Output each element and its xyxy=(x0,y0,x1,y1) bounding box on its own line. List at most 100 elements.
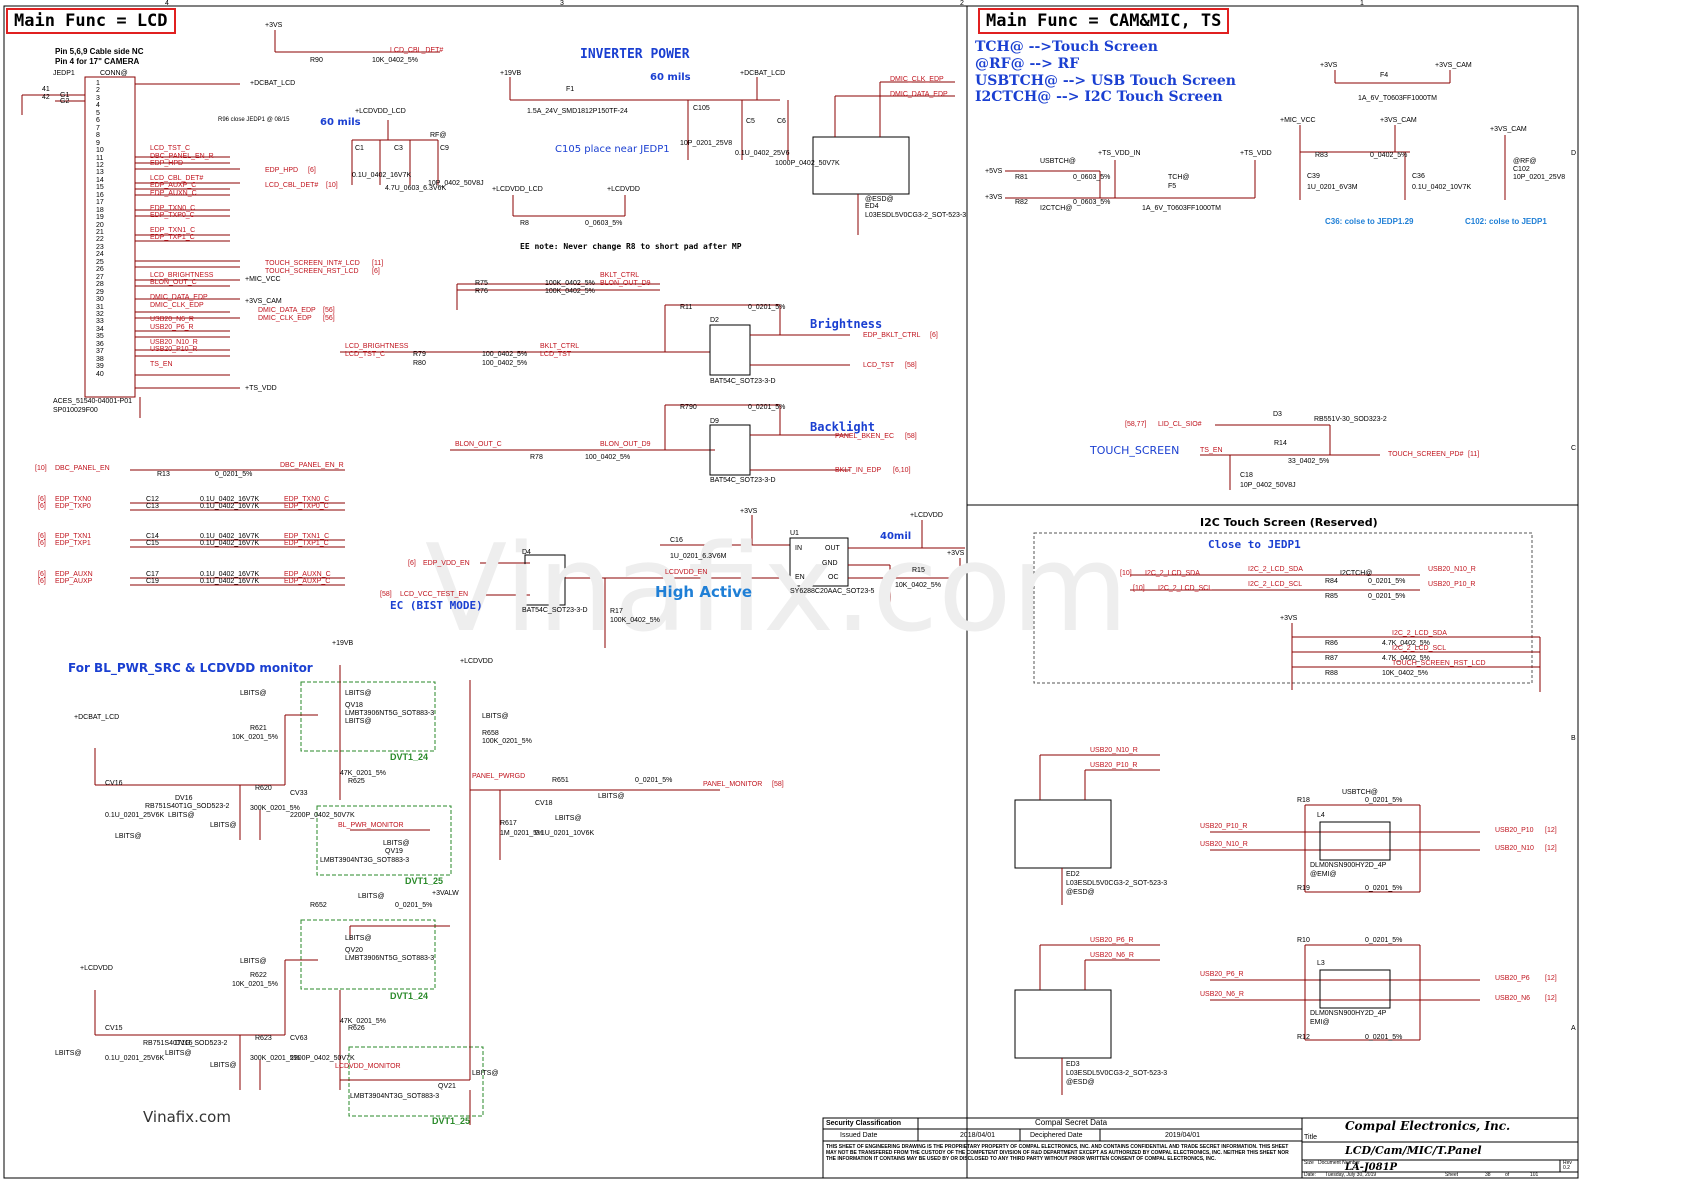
connector-pin-29: 29 xyxy=(96,288,104,296)
r10-val: 0_0201_5% xyxy=(1365,937,1403,944)
bist-3vs-b: +3VS xyxy=(947,550,965,557)
connector-net-36: USB20_N10_R xyxy=(150,338,198,346)
monitor-lbits: LBITS@ xyxy=(598,793,625,800)
c39-ref: C39 xyxy=(1307,173,1320,180)
bklt-in-net: BKLT_IN_EDP xyxy=(835,467,882,474)
connector-net-33: USB20_N6_R xyxy=(150,316,194,324)
connector-pin-21: 21 xyxy=(96,229,104,236)
i2c-usb-p10: USB20_P10_R xyxy=(1428,581,1476,588)
edp-bklt-net: EDP_BKLT_CTRL xyxy=(863,332,921,339)
connector-pin-12: 12 xyxy=(96,161,104,169)
usb-p6-out: USB20_P6 xyxy=(1495,975,1530,982)
monitor-lbits: LBITS@ xyxy=(210,1062,237,1069)
monitor-lbits: LBITS@ xyxy=(345,718,372,725)
ac-cap-in: EDP_TXN0 xyxy=(55,496,92,503)
connector-pin-40: 40 xyxy=(96,370,104,378)
monitor-r622: R622 xyxy=(250,972,267,979)
dmic-clk-label: DMIC_CLK_EDP xyxy=(258,315,312,322)
blon-out-c-net: BLON_OUT_C xyxy=(455,441,502,448)
lid-ref: [58,77] xyxy=(1125,421,1147,428)
lcd-section-title: Main Func = LCD xyxy=(6,8,176,34)
edp-bklt-ref: [6] xyxy=(930,332,938,339)
monitor-cv63-val: 2200P_0402_50V7K xyxy=(290,1055,355,1062)
monitor-panel-monitor: PANEL_MONITOR xyxy=(703,781,763,788)
pin-nc-note: Pin 5,6,9 Cable side NC xyxy=(55,47,144,56)
r79-val: 100_0402_5% xyxy=(482,351,528,358)
inv-c105-val: 10P_0201_25V8 xyxy=(680,140,733,147)
monitor-v19: +19VB xyxy=(332,640,354,647)
border-row-c: C xyxy=(1571,445,1577,452)
connector-part: ACES_51540-04001-P01 xyxy=(53,398,133,405)
ed4-val: L03ESDL5V0CG3-2_SOT-523-3 xyxy=(865,212,967,219)
monitor-r621: R621 xyxy=(250,725,267,732)
i2c-ref2: [10] xyxy=(1133,585,1145,592)
monitor-lbits: LBITS@ xyxy=(240,958,267,965)
tb-date: Tuesday, July 30, 2019 xyxy=(1325,1172,1377,1178)
monitor-r658-val: 100K_0201_5% xyxy=(482,738,532,745)
c9-val: 10P_0402_50V8J xyxy=(428,180,484,187)
connector-pin-11: 11 xyxy=(96,154,104,162)
monitor-cv16-val: 0.1U_0201_25V6K xyxy=(105,812,165,819)
monitor-panel-ref: [58] xyxy=(772,781,784,788)
monitor-r625: R625 xyxy=(348,778,365,785)
connector-pin-14: 14 xyxy=(96,176,104,184)
u1-pin-gnd: GND xyxy=(822,560,838,567)
ac-cap-out: EDP_AUXP_C xyxy=(284,578,331,585)
connector-pin-5: 5 xyxy=(96,109,100,117)
connector-pin-3: 3 xyxy=(96,94,100,102)
lcdvdd-lcd-label: +LCDVDD_LCD xyxy=(355,108,406,115)
lcd-tst-c-net: LCD_TST_C xyxy=(345,351,386,358)
r90-value: 10K_0402_5% xyxy=(372,57,418,64)
ed3-esd: @ESD@ xyxy=(1066,1079,1095,1086)
c105-note: C105 place near JEDP1 xyxy=(555,144,670,155)
connector-pin-32: 32 xyxy=(96,310,104,318)
r88-ref: R88 xyxy=(1325,670,1338,677)
connector-pin-1: 1 xyxy=(96,80,100,87)
ac-cap-ref: [6] xyxy=(38,533,46,540)
c102-ref: C102 xyxy=(1513,166,1530,173)
bklt-in-ref: [6,10] xyxy=(893,467,911,474)
monitor-lbits: LBITS@ xyxy=(482,713,509,720)
connector-net-11: DBC_PANEL_EN_R xyxy=(150,152,214,160)
c102-rf: @RF@ xyxy=(1513,158,1537,165)
connector-pin-34: 34 xyxy=(96,325,104,333)
watermark: Vinafix.com xyxy=(425,520,1129,659)
c36-note: C36: colse to JEDP1.29 xyxy=(1325,217,1414,226)
inv-f1-val: 1.5A_24V_SMD1812P150TF-24 xyxy=(527,108,628,115)
connector-p41: 41 xyxy=(42,86,50,93)
ec-bist-note: EC (BIST MODE) xyxy=(390,599,483,612)
i2c-scl2: I2C_2_LCD_SCL xyxy=(1392,645,1447,652)
touch-rst-label: TOUCH_SCREEN_RST_LCD xyxy=(265,268,359,275)
border-row-b: B xyxy=(1571,735,1576,742)
r87-ref: R87 xyxy=(1325,655,1338,662)
i2c-scl-r: I2C_2_LCD_SCL xyxy=(1248,581,1303,588)
monitor-lbits: LBITS@ xyxy=(165,1050,192,1057)
r85-val: 0_0201_5% xyxy=(1368,593,1406,600)
lcd-cbl-det-ref: [10] xyxy=(326,182,338,189)
cam-section-title: Main Func = CAM&MIC, TS xyxy=(978,8,1230,34)
connector-pin-10: 10 xyxy=(96,147,104,155)
tb-total: 101 xyxy=(1530,1172,1539,1178)
c16-ref: C16 xyxy=(670,537,683,544)
r83-val: 0_0402_5% xyxy=(1370,152,1408,159)
monitor-r651: R651 xyxy=(552,777,569,784)
monitor-lbits: LBITS@ xyxy=(555,815,582,822)
ac-cap-c: C14 xyxy=(146,533,159,540)
monitor-r622-val: 10K_0201_5% xyxy=(232,981,278,988)
connector-ref: JEDP1 xyxy=(53,70,75,77)
rf-label: RF@ xyxy=(430,132,447,139)
border-col-2: 2 xyxy=(960,0,964,7)
monitor-r620-val: 300K_0201_5% xyxy=(250,805,300,812)
r18-val: 0_0201_5% xyxy=(1365,797,1403,804)
monitor-r620: R620 xyxy=(255,785,272,792)
i2c-sda: I2C_2_LCD_SDA xyxy=(1145,570,1200,577)
monitor-lbits: LBITS@ xyxy=(345,935,372,942)
tb-of: of xyxy=(1505,1172,1510,1178)
connector-pin-2: 2 xyxy=(96,87,100,95)
i2ctch-note: I2CTCH@ --> I2C Touch Screen xyxy=(975,89,1223,105)
r96-note: R96 close JEDP1 @ 08/15 xyxy=(218,117,290,123)
dbc-net: DBC_PANEL_EN xyxy=(55,465,110,472)
monitor-dv15-val: RB751S40T1G_SOD523-2 xyxy=(143,1040,228,1047)
border-row-d: D xyxy=(1571,150,1577,157)
ac-cap-ref: [6] xyxy=(38,571,46,578)
